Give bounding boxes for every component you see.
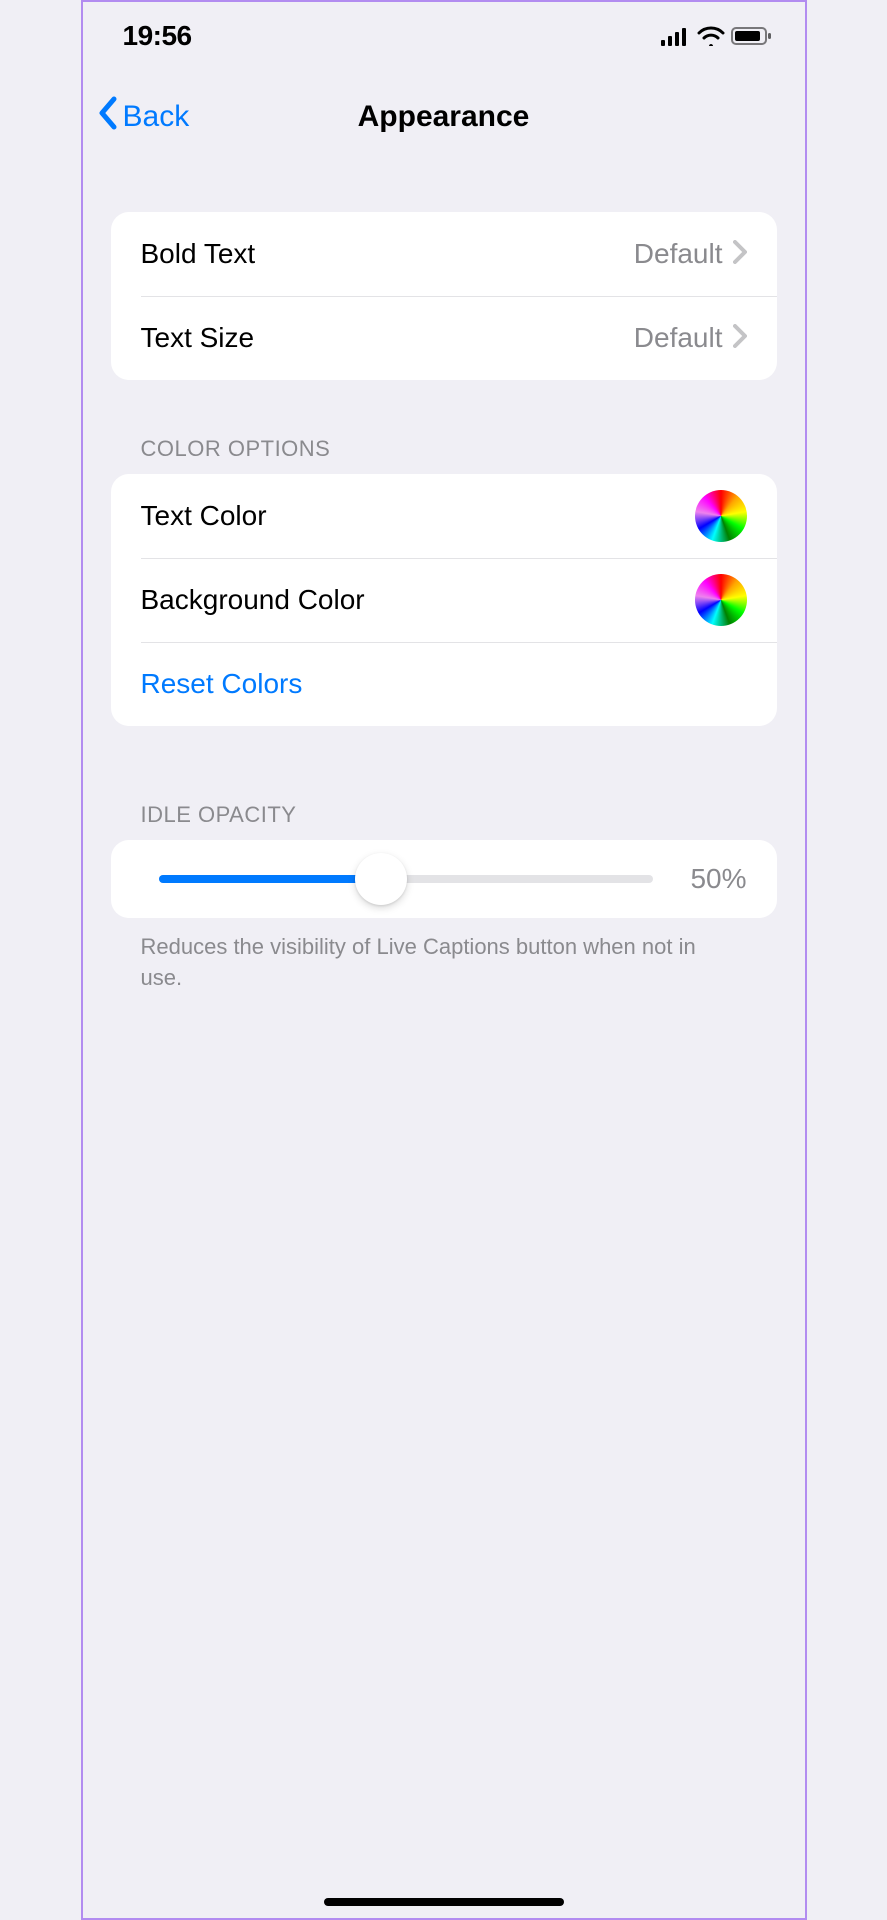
- battery-icon: [731, 26, 773, 46]
- bold-text-row[interactable]: Bold Text Default: [111, 212, 777, 296]
- row-label: Text Size: [141, 322, 634, 354]
- idle-opacity-group: 50%: [111, 840, 777, 918]
- back-label: Back: [123, 100, 190, 134]
- status-bar: 19:56: [83, 2, 805, 62]
- nav-bar: Back Appearance: [83, 82, 805, 152]
- page-title: Appearance: [358, 100, 530, 134]
- status-icons: [661, 26, 773, 46]
- status-time: 19:56: [123, 20, 192, 52]
- row-value: Default: [634, 322, 723, 354]
- color-wheel-icon: [695, 490, 747, 542]
- color-options-header: COLOR OPTIONS: [141, 436, 777, 462]
- row-label: Background Color: [141, 584, 695, 616]
- row-value: Default: [634, 238, 723, 270]
- text-settings-group: Bold Text Default Text Size Default: [111, 212, 777, 380]
- background-color-row[interactable]: Background Color: [111, 558, 777, 642]
- idle-opacity-footer: Reduces the visibility of Live Captions …: [141, 932, 741, 994]
- text-size-row[interactable]: Text Size Default: [111, 296, 777, 380]
- wifi-icon: [697, 26, 725, 46]
- reset-colors-button[interactable]: Reset Colors: [141, 668, 303, 700]
- opacity-slider[interactable]: [159, 875, 653, 883]
- slider-fill: [159, 875, 381, 883]
- slider-thumb[interactable]: [355, 853, 407, 905]
- row-label: Text Color: [141, 500, 695, 532]
- back-button[interactable]: Back: [97, 96, 190, 138]
- chevron-right-icon: [733, 324, 747, 353]
- row-label: Bold Text: [141, 238, 634, 270]
- cellular-icon: [661, 26, 691, 46]
- idle-opacity-header: IDLE OPACITY: [141, 802, 777, 828]
- color-wheel-icon: [695, 574, 747, 626]
- opacity-value: 50%: [677, 863, 747, 895]
- text-color-row[interactable]: Text Color: [111, 474, 777, 558]
- reset-colors-row[interactable]: Reset Colors: [111, 642, 777, 726]
- opacity-slider-row: 50%: [111, 840, 777, 918]
- color-options-group: Text Color Background Color Reset Colors: [111, 474, 777, 726]
- chevron-right-icon: [733, 240, 747, 269]
- home-indicator[interactable]: [324, 1898, 564, 1906]
- chevron-left-icon: [97, 96, 119, 138]
